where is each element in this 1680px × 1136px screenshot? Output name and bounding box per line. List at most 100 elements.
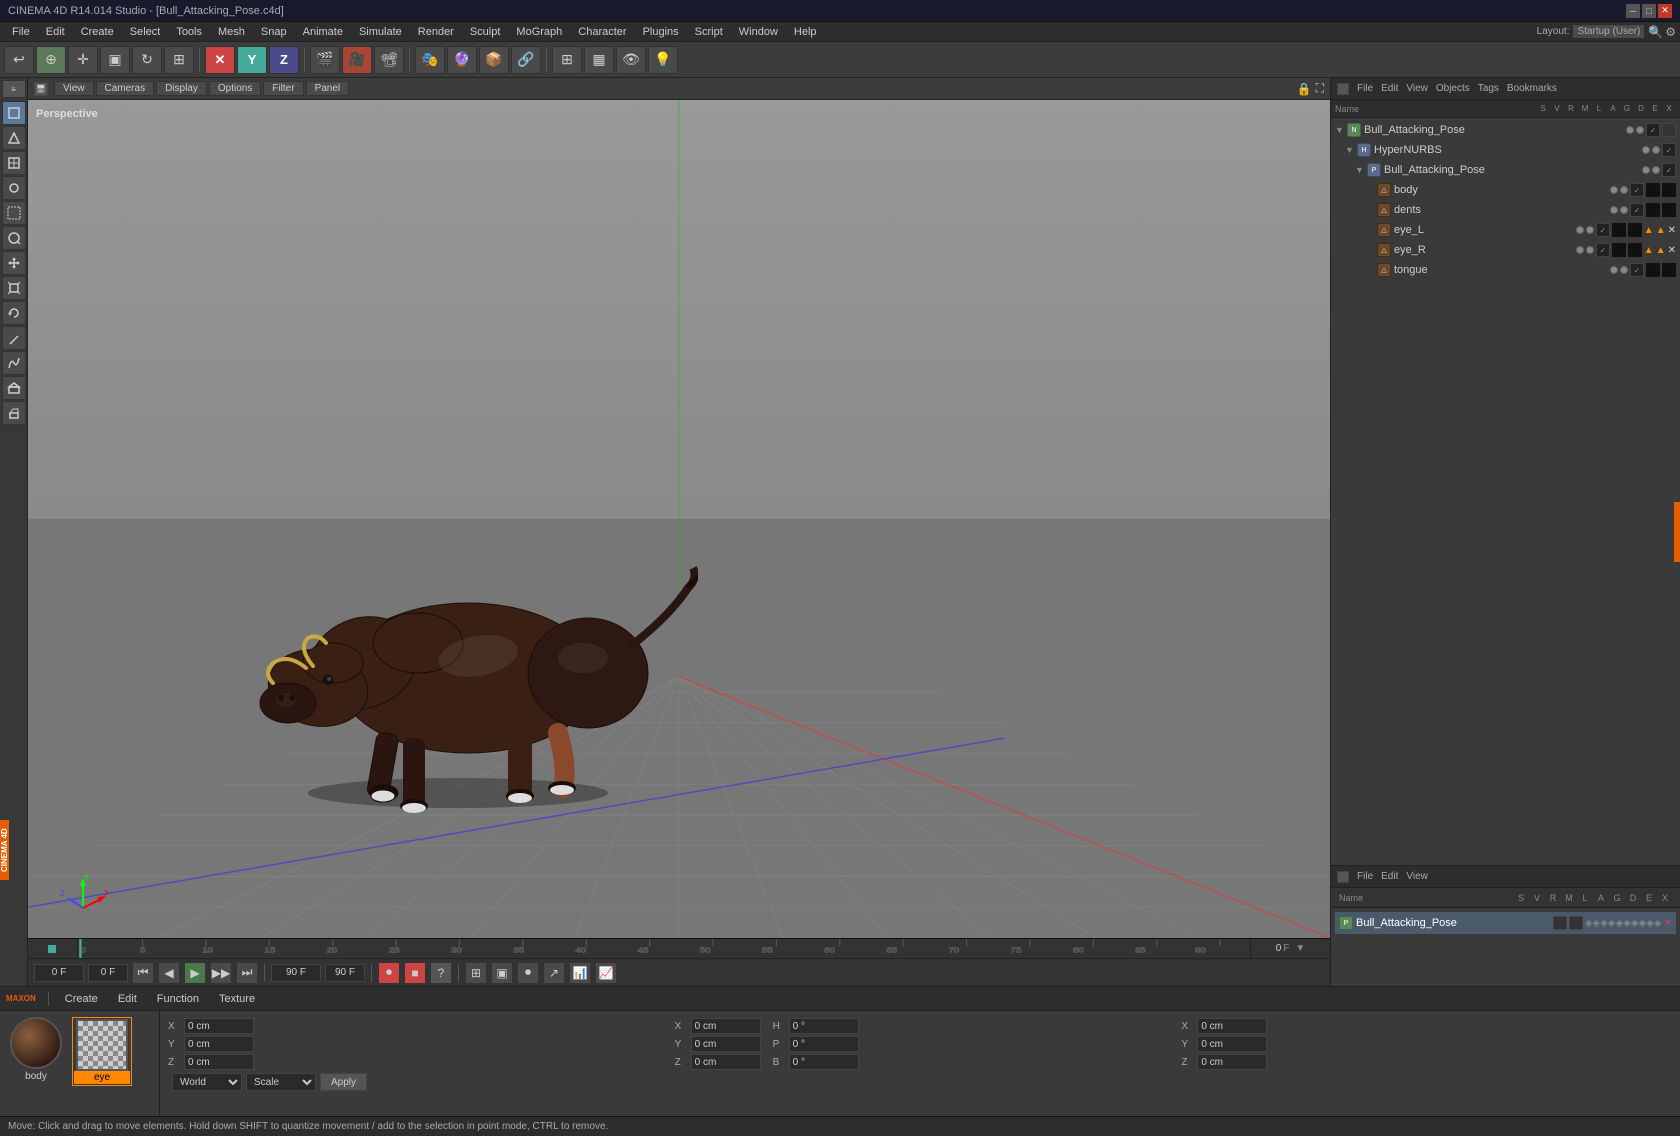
next-frame-btn[interactable]: ▶▶ [210, 962, 232, 984]
layout-value[interactable]: Startup (User) [1573, 25, 1644, 38]
close-button[interactable]: ✕ [1658, 4, 1672, 18]
extrude-btn[interactable] [2, 401, 26, 425]
prev-frame-btn[interactable]: ◀ [158, 962, 180, 984]
start-frame-input[interactable] [34, 964, 84, 982]
current-frame-input[interactable] [88, 964, 128, 982]
render-region-btn[interactable]: 🎬 [310, 46, 340, 74]
navig-btn[interactable]: 🔮 [447, 46, 477, 74]
tree-row-dents[interactable]: ▷ △ dents ✓ [1331, 200, 1680, 220]
rotate-tool[interactable]: ↻ [132, 46, 162, 74]
menu-create[interactable]: Create [73, 22, 122, 41]
menu-mograph[interactable]: MoGraph [508, 22, 570, 41]
tab-cameras[interactable]: Cameras [96, 81, 155, 96]
bottom-tab-create[interactable]: Create [57, 993, 106, 1005]
move-tool[interactable]: ✛ [68, 46, 98, 74]
help-btn[interactable]: ? [430, 962, 452, 984]
menu-file[interactable]: File [4, 22, 38, 41]
mode-selector[interactable]: ≡ [2, 80, 26, 98]
menu-edit[interactable]: Edit [38, 22, 73, 41]
keyframe-btn[interactable]: ⊞ [465, 962, 487, 984]
menu-mesh[interactable]: Mesh [210, 22, 253, 41]
tree-row-bull-top[interactable]: ▼ N Bull_Attacking_Pose ✓ [1331, 120, 1680, 140]
maximize-button[interactable]: □ [1642, 4, 1656, 18]
settings-icon[interactable]: ⚙ [1665, 25, 1676, 39]
om-view-tab[interactable]: View [1406, 83, 1428, 94]
minimize-button[interactable]: ─ [1626, 4, 1640, 18]
attr-edit-tab[interactable]: Edit [1381, 871, 1398, 882]
tab-view[interactable]: View [54, 81, 94, 96]
perspective-btn[interactable]: 🎭 [415, 46, 445, 74]
bottom-tab-function[interactable]: Function [149, 993, 207, 1005]
undo-button[interactable]: ↩ [4, 46, 34, 74]
menu-window[interactable]: Window [731, 22, 786, 41]
motion-btn[interactable]: ↗ [543, 962, 565, 984]
menu-animate[interactable]: Animate [295, 22, 351, 41]
tree-row-bull-child[interactable]: ▼ P Bull_Attacking_Pose ✓ [1331, 160, 1680, 180]
attr-file-tab[interactable]: File [1357, 871, 1373, 882]
om-edit-tab[interactable]: Edit [1381, 83, 1398, 94]
viewport-lock-icon[interactable]: 🔒 [1297, 82, 1312, 96]
menu-plugins[interactable]: Plugins [635, 22, 687, 41]
attr-selected-row[interactable]: P Bull_Attacking_Pose ◈◈◈◈◈◈◈◈◈◈ ✕ [1335, 912, 1676, 934]
material-eye[interactable]: eye [72, 1017, 132, 1086]
scale-dropdown[interactable]: Scale Move Rotate [246, 1073, 316, 1091]
magnet-btn[interactable]: 🔗 [511, 46, 541, 74]
attr-view-tab[interactable]: View [1406, 871, 1428, 882]
timeline-btn[interactable]: 📊 [569, 962, 591, 984]
menu-tools[interactable]: Tools [168, 22, 210, 41]
h-val-input[interactable] [789, 1018, 859, 1034]
tree-row-body[interactable]: ▷ △ body ✓ [1331, 180, 1680, 200]
z-pos-input[interactable] [184, 1054, 254, 1070]
ymode-btn[interactable]: Y [237, 46, 267, 74]
menu-select[interactable]: Select [122, 22, 169, 41]
pen-tool-btn[interactable] [2, 326, 26, 350]
xmode-btn[interactable]: ✕ [205, 46, 235, 74]
menu-character[interactable]: Character [570, 22, 634, 41]
om-tags-tab[interactable]: Tags [1478, 83, 1499, 94]
floor-btn[interactable]: ▦ [584, 46, 614, 74]
b-val-input[interactable] [789, 1054, 859, 1070]
stop-btn[interactable]: ■ [404, 962, 426, 984]
to-end-btn[interactable]: ⏭ [236, 962, 258, 984]
x-pos-input[interactable] [184, 1018, 254, 1034]
menu-render[interactable]: Render [410, 22, 462, 41]
scale-tool[interactable]: ⊞ [164, 46, 194, 74]
tree-row-tongue[interactable]: ▷ △ tongue ✓ [1331, 260, 1680, 280]
curve-editor-btn[interactable]: 📈 [595, 962, 617, 984]
move-btn[interactable] [2, 251, 26, 275]
live-select-btn[interactable] [2, 226, 26, 250]
zmode-btn[interactable]: Z [269, 46, 299, 74]
rotate-btn[interactable] [2, 301, 26, 325]
spline-btn[interactable] [2, 351, 26, 375]
light-btn[interactable]: 💡 [648, 46, 678, 74]
bottom-tab-texture[interactable]: Texture [211, 993, 263, 1005]
menu-sculpt[interactable]: Sculpt [462, 22, 509, 41]
viewport-maximize-icon[interactable]: ⛶ [1316, 81, 1324, 96]
record-btn[interactable]: ⏺ [378, 962, 400, 984]
surface-btn[interactable] [2, 376, 26, 400]
layers-btn[interactable]: 📦 [479, 46, 509, 74]
tree-row-eye-l[interactable]: ▷ △ eye_L ✓ ▲ ▲ ✕ [1331, 220, 1680, 240]
tab-panel[interactable]: Panel [306, 81, 350, 96]
menu-snap[interactable]: Snap [253, 22, 295, 41]
cube-tool[interactable]: ▣ [100, 46, 130, 74]
to-start-btn[interactable]: ⏮ [132, 962, 154, 984]
scale-btn[interactable] [2, 276, 26, 300]
world-dropdown[interactable]: World Object [172, 1073, 242, 1091]
timeline-expand-btn[interactable]: ▼ [1295, 943, 1305, 954]
timeline-track[interactable]: 0 5 10 15 20 25 30 35 [78, 939, 1250, 958]
menu-script[interactable]: Script [687, 22, 731, 41]
end-frame-input[interactable] [271, 964, 321, 982]
mesh-mode-btn[interactable] [2, 126, 26, 150]
bottom-tab-edit[interactable]: Edit [110, 993, 145, 1005]
3d-viewport[interactable]: Perspective [28, 100, 1330, 938]
om-file-tab[interactable]: File [1357, 83, 1373, 94]
menu-simulate[interactable]: Simulate [351, 22, 410, 41]
om-bookmarks-tab[interactable]: Bookmarks [1507, 83, 1557, 94]
camera-btn[interactable]: 👁 [616, 46, 646, 74]
tree-row-hypernurbs[interactable]: ▼ H HyperNURBS ✓ [1331, 140, 1680, 160]
y-pos-input[interactable] [184, 1036, 254, 1052]
render-settings-btn[interactable]: 📽 [374, 46, 404, 74]
auto-key-btn[interactable]: ⏺ [517, 962, 539, 984]
total-frames-input[interactable] [325, 964, 365, 982]
